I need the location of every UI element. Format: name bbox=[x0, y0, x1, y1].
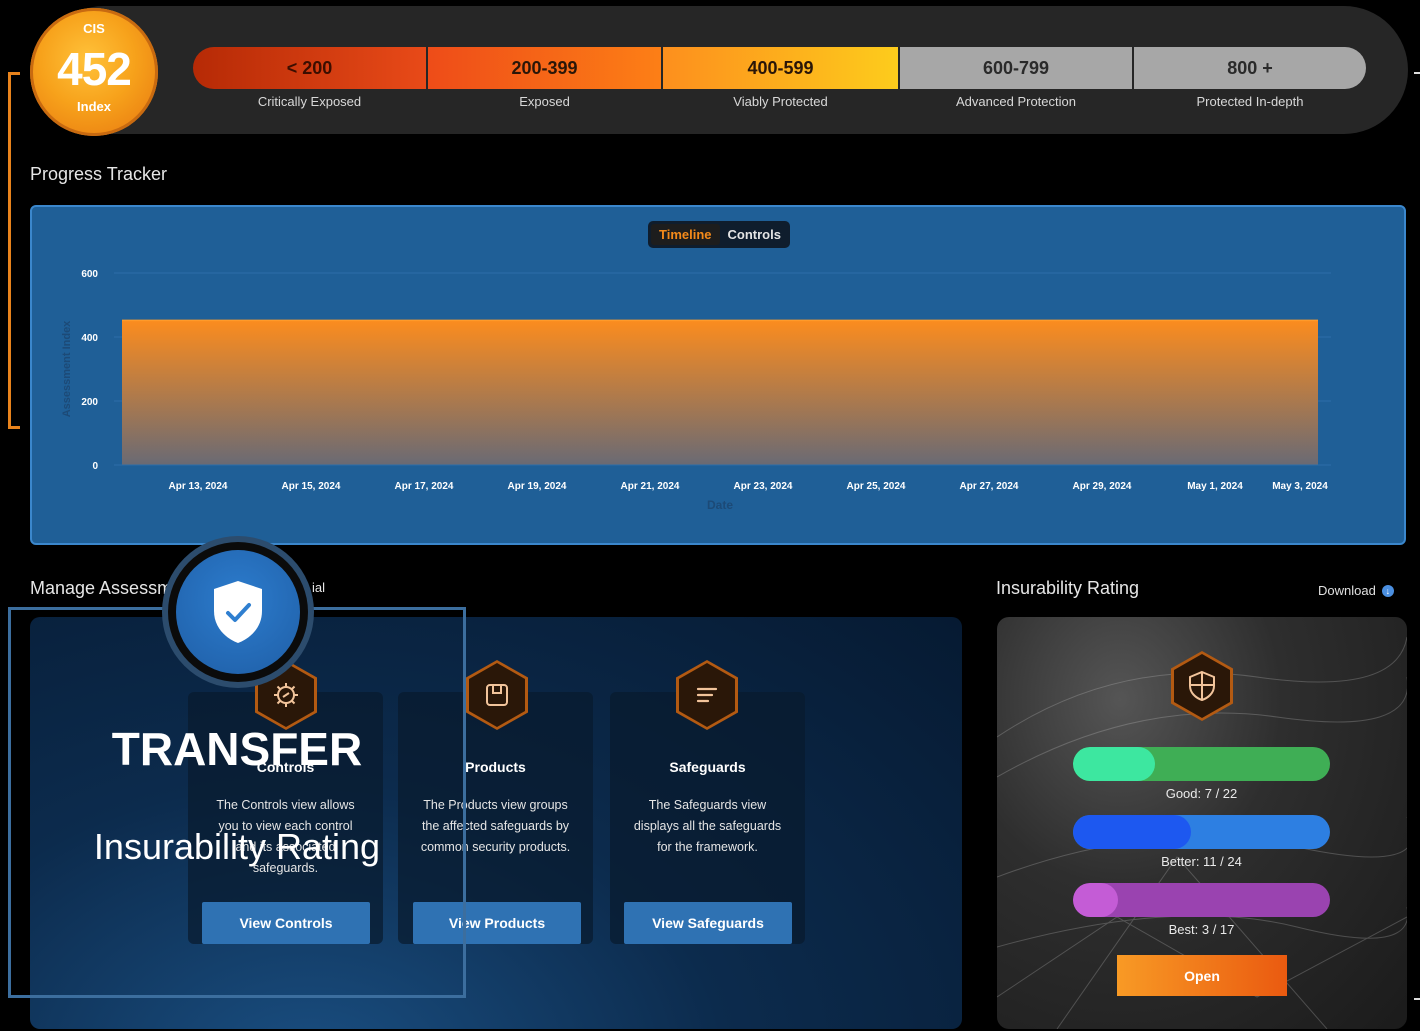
y-tick-label: 0 bbox=[92, 461, 98, 472]
y-tick-label: 200 bbox=[81, 397, 98, 408]
best-rating-fill bbox=[1073, 883, 1119, 917]
manage-assessment-title: Manage Assessm bbox=[30, 578, 173, 598]
box-icon bbox=[486, 684, 508, 706]
band-exposed: 200-399 bbox=[428, 47, 661, 89]
manage-assessment-title-tail: ial bbox=[312, 580, 326, 595]
open-button[interactable]: Open bbox=[1117, 955, 1287, 996]
best-rating-bar bbox=[1073, 883, 1330, 917]
y-tick-label: 600 bbox=[81, 269, 98, 280]
list-icon bbox=[696, 687, 718, 703]
x-tick-label: Apr 15, 2024 bbox=[282, 481, 341, 492]
shield-icon bbox=[1189, 670, 1215, 702]
series-area bbox=[122, 320, 1318, 465]
band-protected-in-depth: 800 + bbox=[1134, 47, 1366, 89]
better-rating-label: Better: 11 / 24 bbox=[1161, 854, 1242, 869]
score-label: Index bbox=[77, 99, 111, 114]
safeguards-card-desc: The Safeguards view displays all the saf… bbox=[633, 798, 782, 854]
edge-tick bbox=[1414, 72, 1420, 74]
band-label: Exposed bbox=[519, 94, 570, 109]
score-badge: CIS 452 Index bbox=[30, 8, 158, 136]
progress-tracker-title: Progress Tracker bbox=[30, 164, 168, 184]
y-axis-label: Assessment Index bbox=[61, 320, 73, 417]
overlay-heading: TRANSFER bbox=[111, 723, 363, 775]
score-framework: CIS bbox=[83, 21, 105, 36]
band-label: Critically Exposed bbox=[257, 94, 362, 109]
good-rating-bar bbox=[1073, 747, 1330, 781]
insurability-title: Insurability Rating bbox=[996, 578, 1140, 598]
view-safeguards-button[interactable]: View Safeguards bbox=[624, 902, 792, 944]
band-label: Protected In-depth bbox=[1196, 94, 1304, 109]
good-rating-fill bbox=[1073, 747, 1155, 781]
better-rating-fill bbox=[1073, 815, 1191, 849]
download-icon: ↓ bbox=[1381, 584, 1394, 597]
x-tick-label: Apr 17, 2024 bbox=[395, 481, 454, 492]
best-rating-label: Best: 3 / 17 bbox=[1168, 922, 1235, 937]
score-value: 452 bbox=[57, 43, 132, 95]
x-tick-label: May 1, 2024 bbox=[1187, 481, 1243, 492]
overlay-icon-disc bbox=[176, 550, 300, 674]
band-viably-protected: 400-599 bbox=[663, 47, 898, 89]
x-axis-label: Date bbox=[707, 498, 733, 512]
tab-timeline[interactable]: Timeline bbox=[651, 224, 720, 245]
shield-check-icon bbox=[214, 581, 262, 643]
overlay-subheading: Insurability Rating bbox=[93, 826, 381, 867]
x-tick-label: Apr 19, 2024 bbox=[508, 481, 567, 492]
view-toggle: Timeline Controls bbox=[648, 221, 790, 248]
safeguards-card-title: Safeguards bbox=[669, 759, 746, 775]
band-advanced-protection: 600-799 bbox=[900, 47, 1132, 89]
tab-controls[interactable]: Controls bbox=[720, 227, 789, 242]
good-rating-label: Good: 7 / 22 bbox=[1165, 786, 1238, 801]
assessment-index-chart: 600 400 200 0 Assessment Index Apr 13, 2024 Ap… bbox=[61, 269, 1331, 512]
x-tick-label: Apr 25, 2024 bbox=[847, 481, 906, 492]
download-link[interactable]: Download ↓ bbox=[1318, 583, 1394, 598]
x-tick-label: Apr 27, 2024 bbox=[960, 481, 1019, 492]
band-label: Viably Protected bbox=[733, 94, 828, 109]
download-label: Download bbox=[1318, 583, 1376, 598]
edge-tick bbox=[1414, 998, 1420, 1000]
x-tick-label: Apr 23, 2024 bbox=[734, 481, 793, 492]
band-critically-exposed: < 200 bbox=[193, 47, 426, 89]
bracket-marker bbox=[8, 72, 20, 429]
y-tick-label: 400 bbox=[81, 333, 98, 344]
better-rating-bar bbox=[1073, 815, 1330, 849]
x-tick-label: Apr 13, 2024 bbox=[169, 481, 228, 492]
x-tick-label: Apr 21, 2024 bbox=[621, 481, 680, 492]
x-tick-label: May 3, 2024 bbox=[1272, 481, 1328, 492]
x-tick-label: Apr 29, 2024 bbox=[1073, 481, 1132, 492]
band-label: Advanced Protection bbox=[956, 94, 1076, 109]
